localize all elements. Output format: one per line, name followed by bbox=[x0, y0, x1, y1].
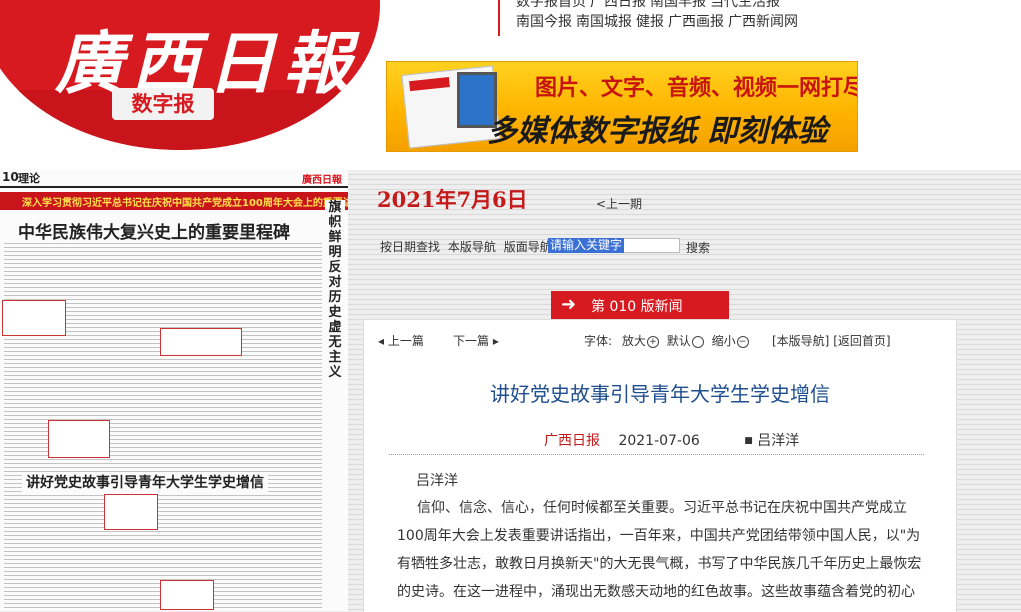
thumbnail-column-name: 理论 bbox=[18, 172, 40, 185]
font-bigger-button[interactable]: 放大 + bbox=[622, 334, 659, 348]
date-search-link[interactable]: 按日期查找 bbox=[380, 240, 440, 254]
thumbnail-box bbox=[48, 420, 110, 458]
search-input-selected-text: 请输入关键字 bbox=[548, 238, 625, 253]
home-button[interactable]: [返回首页] bbox=[833, 334, 890, 348]
thumbnail-header bbox=[0, 170, 348, 188]
prev-issue-link[interactable]: <上一期 bbox=[596, 195, 642, 212]
edition-nav-link[interactable]: 本版导航 bbox=[448, 240, 496, 254]
logo-subtitle: 数字报 bbox=[112, 88, 214, 120]
layout-nav-link[interactable]: 版面导航 bbox=[504, 240, 552, 254]
promo-banner[interactable]: 图片、文字、音频、视频一网打尽! 多媒体数字报纸 即刻体验 bbox=[386, 61, 858, 152]
header-nav-link[interactable]: 数字报首页 bbox=[516, 0, 586, 10]
header-nav-row-1: 数字报首页 广西日报 南国早报 当代生活报 bbox=[516, 0, 1021, 12]
thumbnail-page-number: 10 bbox=[2, 170, 19, 184]
header-nav: 数字报首页 广西日报 南国早报 当代生活报 南国今报 南国城报 健报 广西画报 广西新闻网 bbox=[498, 0, 1021, 36]
article-panel: ◂ 上一篇 下一篇 ▸ 字体: 放大 + 默认 缩小 − [本版导航] [返回首页]… bbox=[363, 319, 957, 612]
search-bar: 按日期查找 本版导航 版面导航 请输入关键字 bbox=[380, 238, 720, 256]
header-nav-link[interactable]: 南国今报 bbox=[516, 14, 572, 30]
thumbnail-red-banner-text: 深入学习贯彻习近平总书记在庆祝中国共产党成立100周年大会上的重要讲话精神 bbox=[22, 198, 349, 209]
font-smaller-button[interactable]: 缩小 − bbox=[712, 334, 749, 348]
thumbnail-headline[interactable]: 中华民族伟大复兴史上的重要里程碑 bbox=[14, 218, 294, 243]
issue-date: 2021年7月6日 bbox=[377, 187, 528, 212]
next-article-link[interactable]: 下一篇 ▸ bbox=[453, 332, 499, 349]
section-label: 第 010 版新闻 bbox=[591, 299, 683, 315]
article-meta: 广西日报 2021-07-06 ■ 吕洋洋 bbox=[544, 430, 799, 450]
article-nav-links: [本版导航] [返回首页] bbox=[772, 332, 891, 349]
font-label: 字体: bbox=[584, 334, 613, 348]
site-logo[interactable]: 廣西日報 数字报 bbox=[0, 0, 380, 150]
prev-article-link[interactable]: ◂ 上一篇 bbox=[378, 332, 424, 349]
article-paragraph: 信仰、信念、信心，任何时候都至关重要。习近平总书记在庆祝中国共产党成立100周年… bbox=[397, 500, 922, 600]
article-toolbar: ◂ 上一篇 下一篇 ▸ 字体: 放大 + 默认 缩小 − [本版导航] [返回首页] bbox=[376, 332, 946, 352]
thumbnail-box bbox=[2, 300, 66, 336]
header-nav-row-2: 南国今报 南国城报 健报 广西画报 广西新闻网 bbox=[516, 12, 1021, 32]
thumbnail-box bbox=[160, 328, 242, 356]
font-size-controls: 字体: 放大 + 默认 缩小 − bbox=[584, 332, 749, 349]
header-nav-link[interactable]: 南国城报 bbox=[576, 14, 632, 30]
section-tab[interactable]: ➜ 第 010 版新闻 bbox=[551, 291, 729, 319]
header-nav-link[interactable]: 广西日报 bbox=[590, 0, 646, 10]
thumbnail-box bbox=[104, 494, 158, 530]
header-nav-link[interactable]: 当代生活报 bbox=[710, 0, 780, 10]
minus-circle-icon: − bbox=[736, 335, 749, 348]
page-thumbnail[interactable]: 10 理论 廣西日報 深入学习贯彻习近平总书记在庆祝中国共产党成立100周年大会… bbox=[0, 170, 349, 611]
thumbnail-box bbox=[160, 580, 214, 610]
article-author-meta: 吕洋洋 bbox=[757, 433, 800, 449]
edition-nav-button[interactable]: [本版导航] bbox=[772, 334, 829, 348]
plus-circle-icon: + bbox=[646, 335, 659, 348]
article-body: 信仰、信念、信心，任何时候都至关重要。习近平总书记在庆祝中国共产党成立100周年… bbox=[397, 494, 923, 606]
divider bbox=[389, 454, 924, 455]
circle-icon bbox=[691, 335, 704, 348]
thumbnail-vertical-title[interactable]: 旗帜鲜明反对历史虚无主义 bbox=[325, 200, 345, 380]
font-default-button[interactable]: 默认 bbox=[667, 334, 704, 348]
thumbnail-sub-headline[interactable]: 讲好党史故事引导青年大学生学史增信 bbox=[22, 472, 268, 492]
header-nav-link[interactable]: 广西新闻网 bbox=[728, 14, 798, 30]
article-source: 广西日报 bbox=[544, 433, 600, 449]
arrow-right-icon: ➜ bbox=[561, 294, 577, 315]
search-button[interactable]: 搜索 bbox=[686, 239, 710, 256]
header-nav-link[interactable]: 南国早报 bbox=[650, 0, 706, 10]
banner-line-1: 图片、文字、音频、视频一网打尽! bbox=[535, 76, 858, 101]
caret-right-icon: ▸ bbox=[489, 334, 499, 348]
banner-line-2: 多媒体数字报纸 即刻体验 bbox=[487, 114, 828, 149]
caret-left-icon: ◂ bbox=[378, 334, 388, 348]
square-bullet-icon: ■ bbox=[744, 436, 753, 446]
article-author: 吕洋洋 bbox=[416, 473, 458, 489]
article-title: 讲好党史故事引导青年大学生学史增信 bbox=[490, 382, 830, 406]
header-nav-link[interactable]: 健报 bbox=[636, 14, 664, 30]
article-date: 2021-07-06 bbox=[618, 433, 700, 449]
header-nav-link[interactable]: 广西画报 bbox=[668, 14, 724, 30]
thumbnail-brand: 廣西日報 bbox=[302, 175, 342, 186]
